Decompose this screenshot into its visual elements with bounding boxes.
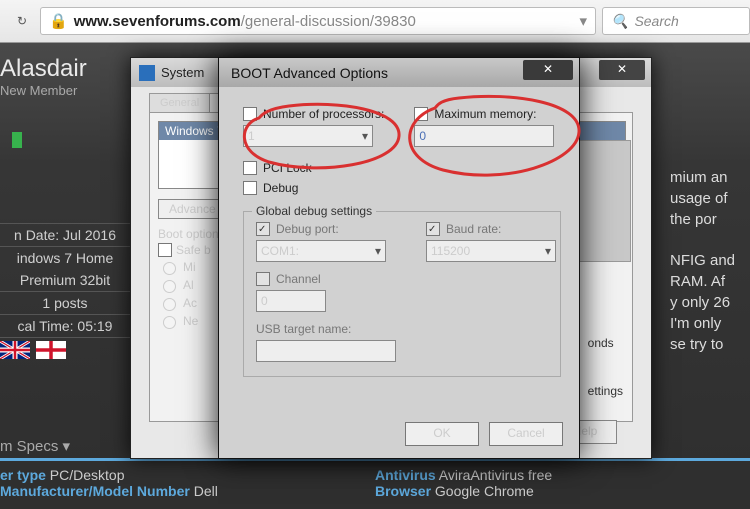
channel-input[interactable]: 0 xyxy=(256,290,326,312)
os-line2: Premium 32bit xyxy=(0,269,130,291)
spec-label: Antivirus xyxy=(375,467,436,483)
url-path: /general-discussion/39830 xyxy=(241,13,416,30)
page-content: Alasdair New Member n Date: Jul 2016 ind… xyxy=(0,43,750,509)
global-debug-legend: Global debug settings xyxy=(252,204,376,218)
username: Alasdair xyxy=(0,55,87,83)
join-date: n Date: Jul 2016 xyxy=(0,223,130,246)
debug-port-label: Debug port: xyxy=(276,222,339,236)
tab-general[interactable]: General xyxy=(149,93,210,112)
max-memory-label: Maximum memory: xyxy=(434,107,536,121)
england-flag-icon xyxy=(36,341,66,359)
timeout-label-fragment: onds xyxy=(588,336,623,350)
ok-button[interactable]: OK xyxy=(405,422,479,446)
baud-rate-checkbox xyxy=(426,222,440,236)
usb-target-label: USB target name: xyxy=(256,322,548,336)
browser-toolbar: ↻ 🔒 www.sevenforums.com/general-discussi… xyxy=(0,0,750,43)
os-line1: indows 7 Home xyxy=(0,246,130,269)
usb-target-input[interactable] xyxy=(256,340,396,362)
member-role: New Member xyxy=(0,83,87,98)
pci-lock-checkbox[interactable] xyxy=(243,161,257,175)
profile-stats: n Date: Jul 2016 indows 7 Home Premium 3… xyxy=(0,223,130,362)
channel-label: Channel xyxy=(276,272,321,286)
settings-label-fragment: ettings xyxy=(588,384,623,398)
pci-lock-label: PCI Lock xyxy=(263,161,312,175)
max-memory-checkbox[interactable] xyxy=(414,107,428,121)
specs-footer: er type PC/Desktop Manufacturer/Model Nu… xyxy=(0,458,750,509)
boot-advanced-dialog: BOOT Advanced Options ✕ Number of proces… xyxy=(218,57,580,459)
search-placeholder: Search xyxy=(634,13,678,29)
spec-label: er type xyxy=(0,467,46,483)
profile-block: Alasdair New Member xyxy=(0,55,87,148)
online-indicator-icon xyxy=(12,132,22,148)
baud-rate-combo[interactable]: 115200 xyxy=(426,240,556,262)
cancel-button[interactable]: Cancel xyxy=(489,422,563,446)
boot-advanced-title: BOOT Advanced Options xyxy=(231,65,388,81)
max-memory-field: Maximum memory: 0 xyxy=(414,107,554,147)
post-body-fragment: mium an usage of the por NFIG and RAM. A… xyxy=(670,167,750,355)
debug-port-checkbox xyxy=(256,222,270,236)
system-config-close-button[interactable]: ✕ xyxy=(599,60,645,80)
baud-rate-label: Baud rate: xyxy=(446,222,501,236)
spec-label: Browser xyxy=(375,483,431,499)
debug-checkbox[interactable] xyxy=(243,181,257,195)
num-processors-combo[interactable]: 1 xyxy=(243,125,373,147)
num-processors-label: Number of processors: xyxy=(263,107,384,121)
local-time: cal Time: 05:19 xyxy=(0,314,130,337)
max-memory-input[interactable]: 0 xyxy=(414,125,554,147)
reload-button[interactable]: ↻ xyxy=(10,9,34,33)
uk-flag-icon xyxy=(0,341,30,359)
url-dropdown-icon[interactable]: ▾ xyxy=(579,12,587,30)
search-box[interactable]: 🔍 Search xyxy=(602,7,750,35)
url-bar[interactable]: 🔒 www.sevenforums.com/general-discussion… xyxy=(40,7,596,35)
debug-label: Debug xyxy=(263,181,298,195)
advanced-options-button[interactable]: Advance xyxy=(158,199,227,219)
debug-port-combo[interactable]: COM1: xyxy=(256,240,386,262)
boot-advanced-close-button[interactable]: ✕ xyxy=(523,60,573,80)
system-specs-toggle[interactable]: m Specs ▾ xyxy=(0,437,70,455)
num-processors-field: Number of processors: 1 xyxy=(243,107,384,147)
system-config-title: System xyxy=(161,65,204,80)
system-config-icon xyxy=(139,65,155,81)
post-count: 1 posts xyxy=(0,291,130,314)
spec-label: Manufacturer/Model Number xyxy=(0,483,190,499)
search-icon: 🔍 xyxy=(611,13,628,30)
url-host: www.sevenforums.com xyxy=(74,13,241,30)
num-processors-checkbox[interactable] xyxy=(243,107,257,121)
global-debug-group: Global debug settings Debug port: COM1: … xyxy=(243,211,561,377)
channel-checkbox xyxy=(256,272,270,286)
